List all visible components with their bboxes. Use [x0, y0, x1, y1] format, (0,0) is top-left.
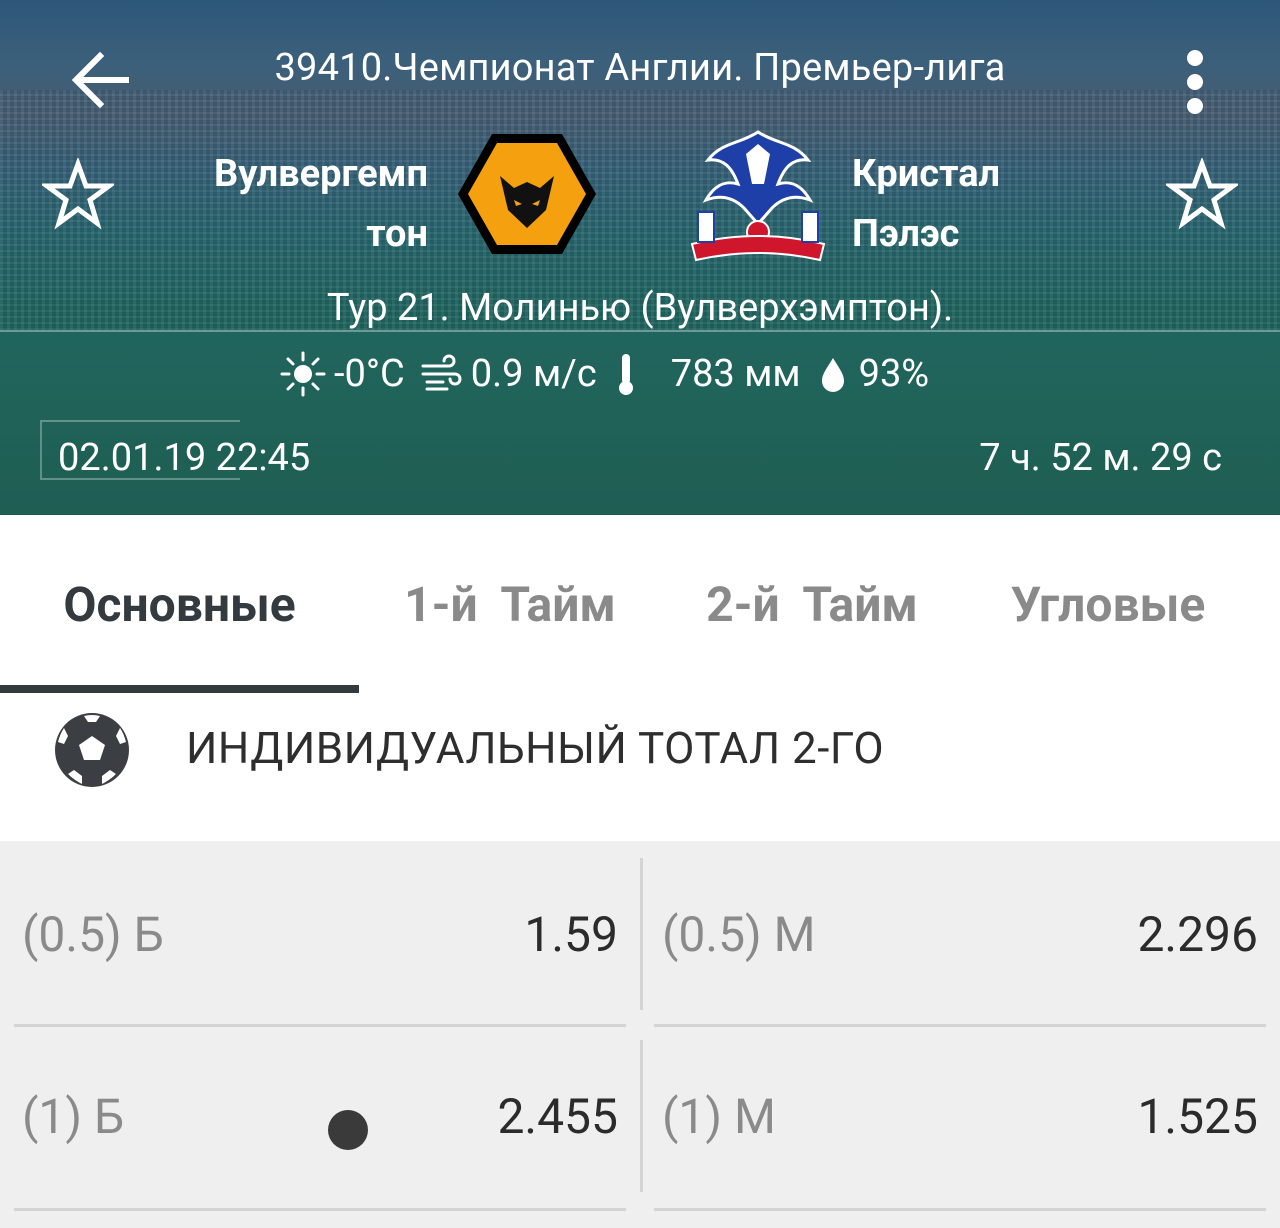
- humidity-item: 93%: [815, 352, 930, 396]
- tab-corners[interactable]: Угловые: [963, 515, 1253, 693]
- league-title: 39410.Чемпионат Англии. Премьер-лига: [274, 46, 1006, 90]
- bet-label: (1) М: [662, 1088, 776, 1145]
- tab-second-half[interactable]: 2-й Тайм: [661, 515, 963, 693]
- favorite-star-icon-team2[interactable]: [1163, 156, 1241, 230]
- wind-item: 0.9 м/с: [419, 352, 597, 396]
- wind-value: 0.9 м/с: [470, 352, 597, 396]
- humidity-value: 93%: [858, 352, 930, 396]
- water-drop-icon: [821, 358, 844, 392]
- team1-name-line2: тон: [366, 212, 428, 256]
- active-tab-indicator: [0, 685, 359, 693]
- soccer-ball-icon: [54, 712, 130, 788]
- bet-label: (0.5) М: [662, 906, 816, 963]
- thermometer-icon: [618, 354, 633, 395]
- sun-icon: [280, 351, 326, 397]
- team2-name-line2: Пэлэс: [852, 212, 960, 256]
- bet-odds: 1.525: [1137, 1088, 1258, 1145]
- bet-odds: 2.296: [1137, 906, 1258, 963]
- team1-name: Вулвергемп тон: [160, 144, 428, 264]
- favorite-star-icon-team1[interactable]: [39, 156, 117, 230]
- bet-odds: 1.59: [524, 906, 618, 963]
- crystal-palace-logo: [688, 124, 828, 270]
- wolves-logo: [456, 132, 598, 260]
- row-divider: [14, 1024, 626, 1027]
- tab-first-half[interactable]: 1-й Тайм: [359, 515, 661, 693]
- team2-name-line1: Кристал: [852, 152, 1001, 196]
- touch-indicator: [328, 1110, 368, 1150]
- pressure-item: 783 мм: [611, 351, 801, 397]
- row-divider: [654, 1024, 1266, 1027]
- pitch-line: [0, 330, 1280, 332]
- row-divider: [14, 1208, 626, 1211]
- match-countdown: 7 ч. 52 м. 29 с: [979, 436, 1222, 480]
- row-divider: [654, 1208, 1266, 1211]
- bet-label: (1) Б: [22, 1088, 125, 1145]
- pressure-value: 783 мм: [670, 352, 801, 396]
- team1-name-line1: Вулвергемп: [213, 152, 428, 196]
- temperature-item: -0°C: [280, 351, 405, 397]
- bet-label: (0.5) Б: [22, 906, 164, 963]
- match-venue-info: Тур 21. Молинью (Вулверхэмптон).: [326, 286, 954, 330]
- column-divider: [640, 1040, 643, 1192]
- column-divider: [640, 858, 643, 1010]
- bet-odds: 2.455: [497, 1088, 618, 1145]
- match-date: 02.01.19 22:45: [58, 436, 311, 480]
- more-menu-icon[interactable]: [1178, 50, 1212, 114]
- market-section-title: ИНДИВИДУАЛЬНЫЙ ТОТАЛ 2-ГО: [186, 722, 885, 774]
- tab-main[interactable]: Основные: [0, 515, 359, 693]
- wind-icon: [421, 354, 462, 391]
- market-tabs: Основные 1-й Тайм 2-й Тайм Угловые: [0, 515, 1280, 693]
- temperature-value: -0°C: [334, 352, 405, 396]
- team2-name: Кристал Пэлэс: [852, 144, 1112, 264]
- weather-row: -0°C 0.9 м/с 783 мм 93%: [280, 346, 943, 402]
